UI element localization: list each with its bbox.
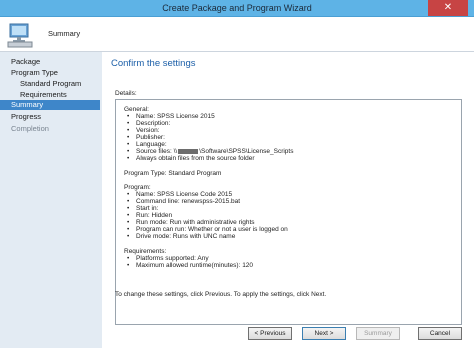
- bullet-icon: •: [127, 148, 130, 155]
- cancel-button[interactable]: Cancel: [418, 327, 462, 340]
- program-name: Name: SPSS License Code 2015: [136, 191, 233, 198]
- bullet-icon: •: [127, 205, 130, 212]
- window-title: Create Package and Program Wizard: [162, 3, 312, 13]
- page-title: Confirm the settings: [111, 58, 196, 69]
- wizard-header: Summary: [0, 17, 474, 52]
- general-heading: General:: [124, 106, 149, 113]
- button-bar: < Previous Next > Summary Cancel: [102, 322, 474, 348]
- bullet-icon: •: [127, 127, 130, 134]
- bullet-icon: •: [127, 155, 130, 162]
- program-command-line: Command line: renewspss-2015.bat: [136, 198, 241, 205]
- bullet-icon: •: [127, 113, 130, 120]
- program-type-line: Program Type: Standard Program: [124, 170, 222, 177]
- program-heading: Program:: [124, 184, 151, 191]
- nav-item-summary[interactable]: Summary: [0, 100, 100, 110]
- bullet-icon: •: [127, 141, 130, 148]
- program-run: Run: Hidden: [136, 212, 173, 219]
- bullet-icon: •: [127, 191, 130, 198]
- general-source-files: Source files: \\ \Software\SPSS\License_S…: [136, 148, 293, 155]
- general-language: Language:: [136, 141, 167, 148]
- nav-item-standard-program[interactable]: Standard Program: [20, 79, 81, 89]
- general-always-obtain: Always obtain files from the source fold…: [136, 155, 255, 162]
- bullet-icon: •: [127, 120, 130, 127]
- window-titlebar: Create Package and Program Wizard ✕: [0, 0, 474, 17]
- bullet-icon: •: [127, 212, 130, 219]
- bullet-icon: •: [127, 233, 130, 240]
- general-version: Version:: [136, 127, 160, 134]
- close-button[interactable]: ✕: [428, 0, 468, 16]
- source-files-prefix: Source files: \\: [136, 148, 178, 155]
- program-drive-mode: Drive mode: Runs with UNC name: [136, 233, 236, 240]
- program-can-run: Program can run: Whether or not a user i…: [136, 226, 288, 233]
- requirements-max-runtime: Maximum allowed runtime(minutes): 120: [136, 262, 254, 269]
- details-label: Details:: [115, 90, 137, 97]
- bullet-icon: •: [127, 255, 130, 262]
- nav-item-package[interactable]: Package: [11, 57, 40, 67]
- general-publisher: Publisher:: [136, 134, 165, 141]
- bullet-icon: •: [127, 198, 130, 205]
- bullet-icon: •: [127, 262, 130, 269]
- bullet-icon: •: [127, 134, 130, 141]
- content-panel: Confirm the settings Details: General: •…: [102, 52, 474, 348]
- next-button[interactable]: Next >: [302, 327, 346, 340]
- source-files-path: \Software\SPSS\License_Scripts: [199, 148, 294, 155]
- program-run-mode: Run mode: Run with administrative rights: [136, 219, 255, 226]
- requirements-platforms: Platforms supported: Any: [136, 255, 209, 262]
- summary-button: Summary: [356, 327, 400, 340]
- bullet-icon: •: [127, 226, 130, 233]
- general-description: Description:: [136, 120, 171, 127]
- program-start-in: Start in:: [136, 205, 159, 212]
- bullet-icon: •: [127, 219, 130, 226]
- header-title: Summary: [48, 29, 81, 38]
- nav-item-progress[interactable]: Progress: [11, 112, 41, 122]
- computer-icon: [7, 23, 33, 48]
- nav-item-requirements[interactable]: Requirements: [20, 90, 67, 100]
- nav-item-program-type[interactable]: Program Type: [11, 68, 58, 78]
- nav-item-completion: Completion: [11, 124, 49, 133]
- general-name: Name: SPSS License 2015: [136, 113, 215, 120]
- redacted-server-name: [178, 148, 199, 154]
- previous-button[interactable]: < Previous: [248, 327, 292, 340]
- wizard-nav: Package Program Type Standard Program Re…: [0, 52, 102, 348]
- requirements-heading: Requirements:: [124, 248, 167, 255]
- instructions-text: To change these settings, click Previous…: [115, 291, 327, 298]
